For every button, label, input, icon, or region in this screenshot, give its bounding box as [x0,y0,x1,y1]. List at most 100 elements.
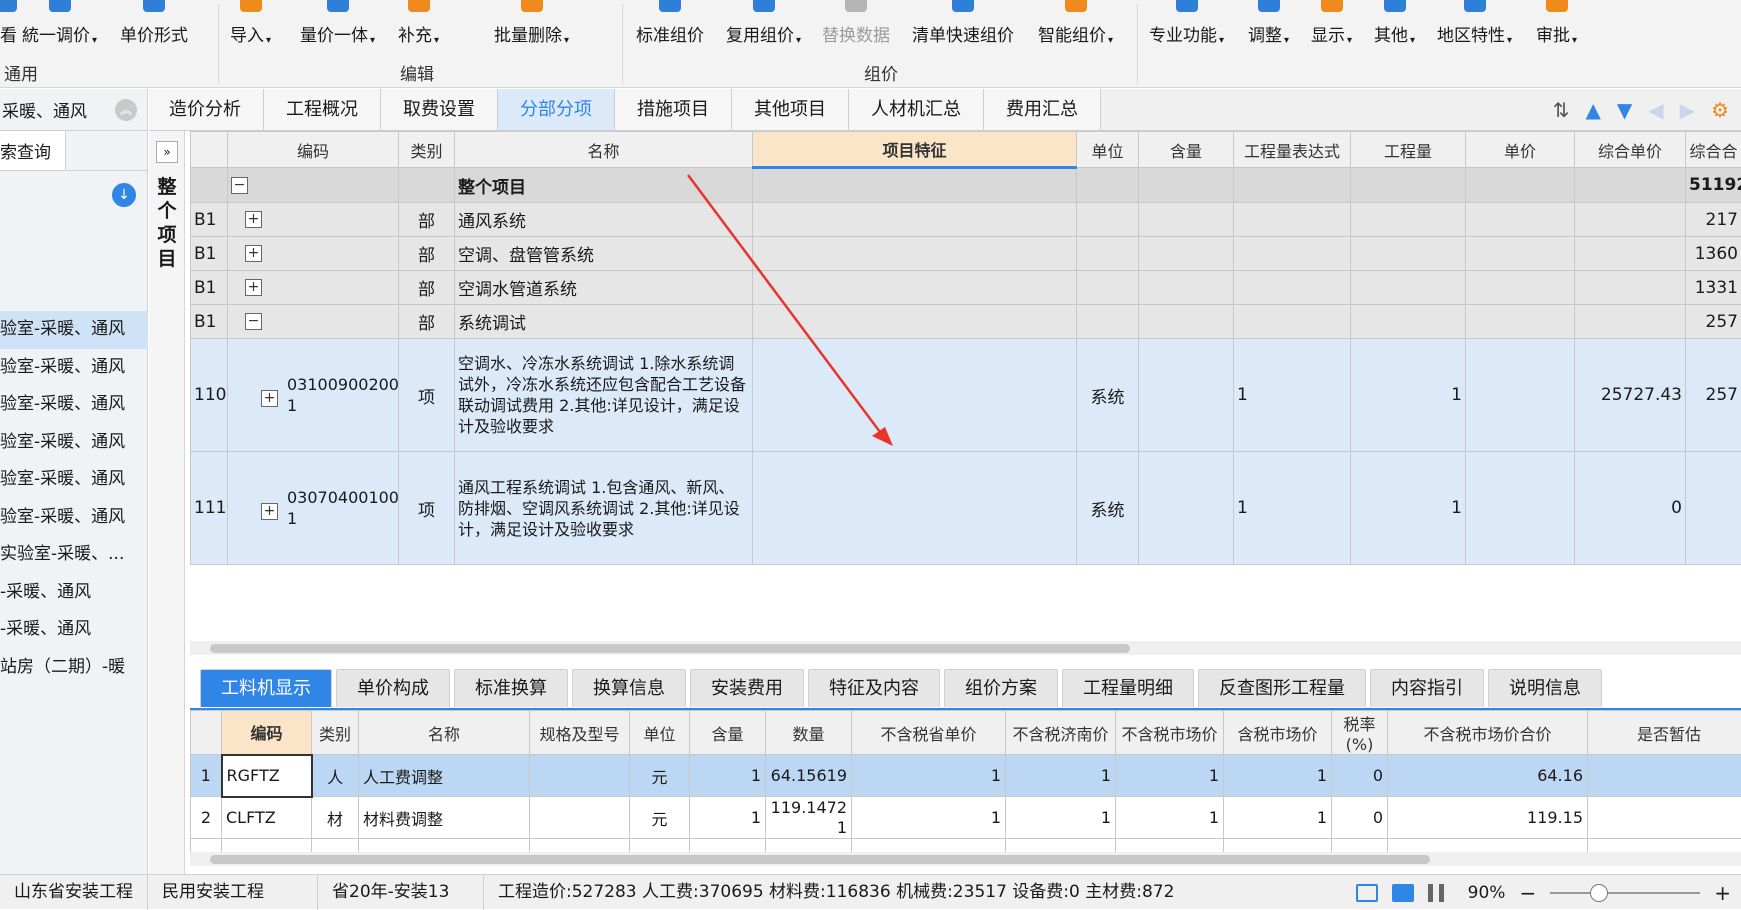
code-cell[interactable]: − [228,305,399,339]
sum-cell[interactable]: 119.15 [1388,797,1588,839]
expand-toggle-icon[interactable]: + [245,211,262,228]
column-header[interactable]: 含税市场价 [1224,711,1332,755]
import-button[interactable]: 导入▾ [230,0,271,56]
expr-cell[interactable] [1234,168,1351,203]
quantity-price-button[interactable]: 量价一体▾ [300,0,375,56]
adjust-button[interactable]: 调整▾ [1248,0,1289,56]
unit-price-cell[interactable] [1575,237,1686,271]
sum-cell[interactable]: 0 [1388,839,1588,854]
layout-columns-icon[interactable] [1428,884,1444,902]
download-icon[interactable]: ↓ [112,183,136,207]
expand-toggle-icon[interactable]: + [261,503,278,520]
content-cell[interactable]: 1 [690,839,766,854]
spec-cell[interactable] [530,755,630,797]
content-cell[interactable] [1139,305,1234,339]
move-left-icon[interactable]: ◀ [1648,98,1663,122]
name-cell[interactable]: 空调水、冷冻水系统调试 1.除水系统调试外，冷冻水系统还应包含配合工艺设备联动调… [455,339,753,452]
name-cell[interactable]: 通风工程系统调试 1.包含通风、新风、防排烟、空调风系统调试 2.其他:详见设计… [455,452,753,565]
column-header[interactable]: 不含税省单价 [852,711,1006,755]
list-item[interactable]: 实验室-采暖、... [0,536,148,574]
price-cell[interactable] [1466,271,1575,305]
column-header[interactable]: 税率(%) [1332,711,1388,755]
content-cell[interactable] [1139,452,1234,565]
collapse-toggle-icon[interactable]: − [245,313,262,330]
unit-cell[interactable]: 系统 [1077,452,1139,565]
tab-unit-price-composition[interactable]: 单价构成 [336,669,450,707]
supplement-button[interactable]: 补充▾ [398,0,439,56]
replace-data-button[interactable]: 替换数据 [822,0,890,56]
smart-pricing-button[interactable]: 智能组价▾ [1038,0,1113,56]
qty-cell[interactable]: 64.15619 [766,755,852,797]
regional-features-button[interactable]: 地区特性▾ [1437,0,1512,56]
zoom-slider[interactable] [1550,892,1700,894]
settings-icon[interactable]: ⚙ [1711,98,1729,122]
column-header[interactable]: 名称 [359,711,530,755]
spec-cell[interactable] [530,839,630,854]
price-cell[interactable]: 1 [1006,797,1116,839]
zoom-in-icon[interactable]: + [1714,881,1731,905]
qty-cell[interactable] [1351,203,1466,237]
display-button[interactable]: 显示▾ [1311,0,1352,56]
column-header[interactable]: 不含税市场价 [1116,711,1224,755]
zoom-slider-knob[interactable] [1590,884,1608,902]
tax-cell[interactable]: 0 [1332,797,1388,839]
type-cell[interactable] [399,168,455,203]
tab-conversion-info[interactable]: 换算信息 [572,669,686,707]
qty-cell[interactable] [1351,271,1466,305]
code-cell[interactable]: RGFTZ [222,755,312,797]
expr-cell[interactable] [1234,305,1351,339]
qty-cell[interactable]: 0 [766,839,852,854]
tab-measures[interactable]: 措施项目 [615,89,732,130]
unit-price-form-button[interactable]: 单价形式 [120,0,188,56]
name-cell[interactable]: 空调水管道系统 [455,271,753,305]
feature-cell[interactable] [753,305,1077,339]
list-item[interactable]: 验室-采暖、通风 [0,424,148,462]
list-item[interactable]: -采暖、通风 [0,574,148,612]
price-cell[interactable] [1466,203,1575,237]
content-cell[interactable]: 1 [690,797,766,839]
quick-pricing-button[interactable]: 清单快速组价 [912,0,1014,56]
collapse-toggle-icon[interactable]: − [231,177,248,194]
type-cell[interactable]: 机 [312,839,359,854]
column-header[interactable]: 编码 [228,132,399,168]
unit-cell[interactable]: 元 [630,755,690,797]
column-header[interactable]: 数量 [766,711,852,755]
code-cell[interactable]: + [228,237,399,271]
expr-cell[interactable]: 1 [1234,452,1351,565]
column-header[interactable]: 规格及型号 [530,711,630,755]
tab-features-content[interactable]: 特征及内容 [808,669,940,707]
type-cell[interactable]: 项 [399,339,455,452]
feature-cell[interactable] [753,452,1077,565]
unit-price-cell[interactable] [1575,203,1686,237]
move-down-icon[interactable]: ▼ [1617,98,1632,122]
spec-cell[interactable] [530,797,630,839]
content-cell[interactable] [1139,168,1234,203]
estimate-cell[interactable] [1588,755,1741,797]
price-cell[interactable]: 1 [852,755,1006,797]
expand-icon[interactable]: » [156,141,178,163]
expr-cell[interactable] [1234,203,1351,237]
name-cell[interactable]: 人工费调整 [359,755,530,797]
content-cell[interactable] [1139,271,1234,305]
type-cell[interactable]: 材 [312,797,359,839]
tab-fee-summary[interactable]: 费用汇总 [984,89,1101,130]
unit-cell[interactable] [1077,237,1139,271]
total-cell[interactable]: 1331 [1686,271,1741,305]
table-row[interactable]: 110 +03100900200 1 项 空调水、冷冻水系统调试 1.除水系统调… [191,339,1741,452]
column-header[interactable]: 名称 [455,132,753,168]
name-cell[interactable]: 空调、盘管管系统 [455,237,753,271]
sum-cell[interactable]: 64.16 [1388,755,1588,797]
tab-labor-material-display[interactable]: 工料机显示 [200,669,332,707]
price-cell[interactable]: 1 [852,797,1006,839]
table-row[interactable]: B1 + 部 空调、盘管管系统 1360 [191,237,1741,271]
move-up-icon[interactable]: ▲ [1586,98,1601,122]
price-cell[interactable]: 1 [1116,797,1224,839]
list-item[interactable]: 验室-采暖、通风 [0,311,148,349]
expr-cell[interactable] [1234,237,1351,271]
move-right-icon[interactable]: ▶ [1680,98,1695,122]
scrollbar-thumb[interactable] [210,644,1130,653]
content-cell[interactable] [1139,237,1234,271]
feature-cell[interactable] [753,168,1077,203]
unit-price-cell[interactable] [1575,168,1686,203]
table-row[interactable]: 2 CLFTZ 材 材料费调整 元 1 119.1472 1 1 1 1 1 0… [191,797,1741,839]
